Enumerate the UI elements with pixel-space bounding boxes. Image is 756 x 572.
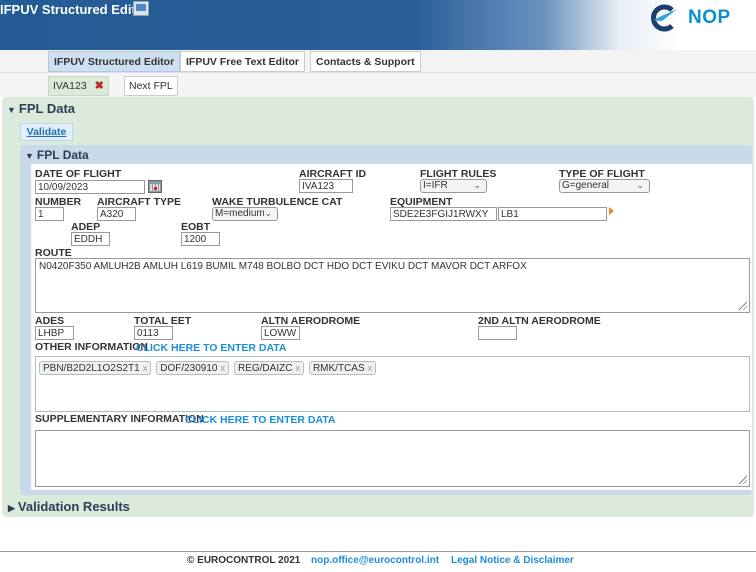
monitor-icon[interactable] [133,1,149,16]
other-information-label: OTHER INFORMATION [35,341,148,353]
supplementary-information-label: SUPPLEMENTARY INFORMATION [35,413,204,425]
fpl-tab-next[interactable]: Next FPL [124,76,178,96]
chevron-down-icon: ⌄ [264,208,272,218]
altn2-aerodrome-input[interactable] [478,326,517,340]
chevron-down-icon: ⌄ [636,180,644,190]
chevron-down-icon: ⌄ [473,180,481,190]
tab-contacts-support[interactable]: Contacts & Support [310,51,421,72]
adep-input[interactable] [71,232,110,246]
total-eet-input[interactable] [134,326,173,340]
expand-arrow-icon[interactable] [609,207,614,215]
caret-right-icon: ▶ [8,503,15,513]
remove-chip-icon[interactable]: x [295,363,300,373]
caret-down-icon: ▼ [7,105,16,115]
nop-logo: NOP [650,4,731,32]
fpl-tab-iva123[interactable]: IVA123 ✖ [48,76,109,96]
app-header: IFPUV Structured Editor NOP [0,0,756,50]
eobt-input[interactable] [181,232,220,246]
other-information-box[interactable]: PBN/B2D2L1O2S2T1 x DOF/230910 x REG/DAIZC x… [35,356,750,412]
date-of-flight-label: DATE OF FLIGHT [35,168,122,180]
other-information-enter-link[interactable]: CLICK HERE TO ENTER DATA [136,342,287,354]
app-title: IFPUV Structured Editor [0,2,149,17]
tab-structured-editor[interactable]: IFPUV Structured Editor [48,51,181,72]
other-info-chip[interactable]: REG/DAIZC x [233,361,304,375]
validate-button[interactable]: Validate [20,123,73,141]
validation-results-toggle[interactable]: ▶ Validation Results [8,499,130,514]
resize-grip-icon[interactable] [737,474,747,484]
footer-copyright: © EUROCONTROL 2021 [187,555,301,566]
remove-chip-icon[interactable]: x [143,363,148,373]
date-of-flight-input[interactable] [35,180,145,194]
aircraft-type-input[interactable] [97,207,136,221]
other-info-chip[interactable]: DOF/230910 x [156,361,229,375]
aircraft-id-input[interactable] [299,179,353,193]
tab-free-text-editor[interactable]: IFPUV Free Text Editor [180,51,305,72]
footer-legal-link[interactable]: Legal Notice & Disclaimer [451,555,574,566]
close-icon[interactable]: ✖ [95,80,104,92]
logo-text: NOP [688,7,731,28]
fpl-data-section-toggle[interactable]: ▼ FPL Data [7,101,75,116]
wake-turbulence-select[interactable]: M=medium ⌄ [212,207,278,221]
fpl-tab-label: IVA123 [53,80,87,92]
footer-email-link[interactable]: nop.office@eurocontrol.int [311,555,439,566]
other-info-chip[interactable]: PBN/B2D2L1O2S2T1 x [39,361,152,375]
other-info-chip[interactable]: RMK/TCAS x [308,361,377,375]
resize-grip-icon[interactable] [737,300,747,310]
supplementary-information-textarea[interactable] [35,430,750,487]
eurocontrol-logo-icon [650,4,678,32]
route-text: N0420F350 AMLUH2B AMLUH L619 BUMIL M748 … [39,261,527,272]
supplementary-information-enter-link[interactable]: CLICK HERE TO ENTER DATA [185,414,336,426]
fpl-data-inner-toggle[interactable]: ▼ FPL Data [25,148,89,162]
footer-divider [0,551,756,552]
number-input[interactable] [35,207,64,221]
equipment-comnav-input[interactable] [390,207,497,221]
flight-rules-select[interactable]: I=IFR ⌄ [420,179,487,193]
remove-chip-icon[interactable]: x [368,363,373,373]
altn-aerodrome-input[interactable] [261,326,300,340]
caret-down-icon: ▼ [25,151,34,161]
calendar-icon[interactable] [148,180,162,193]
ades-input[interactable] [35,326,74,340]
main-tabbar: IFPUV Structured Editor IFPUV Free Text … [0,50,756,73]
equipment-surveillance-input[interactable] [498,207,607,221]
remove-chip-icon[interactable]: x [220,363,225,373]
type-of-flight-select[interactable]: G=general ⌄ [559,179,650,193]
route-textarea[interactable]: N0420F350 AMLUH2B AMLUH L619 BUMIL M748 … [35,258,750,313]
fpl-tabbar: IVA123 ✖ Next FPL [0,73,756,97]
